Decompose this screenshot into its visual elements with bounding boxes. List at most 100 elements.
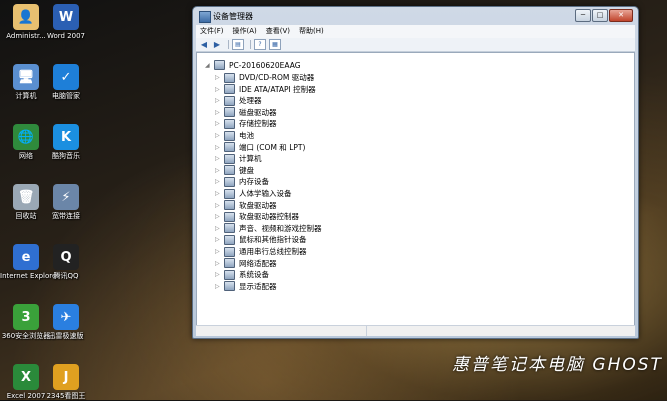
menu-view[interactable]: 查看(V) <box>266 25 290 38</box>
menu-file[interactable]: 文件(F) <box>200 25 224 38</box>
tree-root-label: PC-20160620EAAG <box>229 60 301 70</box>
tree-item-label: 处理器 <box>239 96 262 106</box>
desktop-icon[interactable]: Q 腾讯QQ <box>40 244 92 281</box>
expand-arrow-icon[interactable]: ▷ <box>215 190 224 197</box>
tree-item[interactable]: ▷ IDE ATA/ATAPI 控制器 <box>215 84 316 95</box>
tree-item-label: 键盘 <box>239 165 254 175</box>
desktop-icon-label: 迅雷极速版 <box>48 332 84 340</box>
app-icon: K <box>53 124 79 150</box>
tree-item-label: 通用串行总线控制器 <box>239 247 307 256</box>
tree-item[interactable]: ▷ 内存设备 <box>215 176 269 187</box>
tree-item-label: 端口 (COM 和 LPT) <box>239 142 306 152</box>
app-icon: ✓ <box>53 64 79 90</box>
expand-arrow-icon[interactable]: ▷ <box>215 86 224 93</box>
expand-arrow-icon[interactable]: ▷ <box>215 155 224 162</box>
device-category-icon <box>224 234 235 245</box>
app-icon: Q <box>53 244 79 270</box>
tree-item-label: 软盘驱动器 <box>239 200 277 210</box>
tree-item-label: 磁盘驱动器 <box>239 107 277 117</box>
app-icon: 🗑 <box>13 184 39 210</box>
tree-item-label: 计算机 <box>239 154 262 164</box>
desktop-icon[interactable]: ⚡ 宽带连接 <box>40 184 92 221</box>
tree-item[interactable]: ▷ 处理器 <box>215 95 262 106</box>
expand-arrow-icon[interactable]: ▷ <box>215 109 224 116</box>
tree-item[interactable]: ▷ 通用串行总线控制器 <box>215 246 307 257</box>
maximize-button[interactable]: □ <box>592 9 608 22</box>
toolbar: ◀ ▶ ▤ ? ▦ <box>196 38 635 52</box>
tree-item[interactable]: ▷ 键盘 <box>215 165 254 176</box>
app-icon: 🖥 <box>13 64 39 90</box>
app-icon: e <box>13 244 39 270</box>
tree-item[interactable]: ▷ 电池 <box>215 130 254 141</box>
tree-item[interactable]: ▷ 声音、视频和游戏控制器 <box>215 223 322 234</box>
device-manager-window: 设备管理器 ─ □ ✕ 文件(F) 操作(A) 查看(V) 帮助(H) ◀ ▶ … <box>192 6 639 339</box>
desktop-icon-label: 宽带连接 <box>52 212 80 220</box>
tree-item-label: 软盘驱动器控制器 <box>239 212 299 222</box>
app-icon: W <box>53 4 79 30</box>
device-category-icon <box>224 211 235 222</box>
tree-root[interactable]: ◢ PC-20160620EAAG <box>205 60 301 70</box>
forward-arrow-icon[interactable]: ▶ <box>212 40 222 49</box>
desktop-icon[interactable]: W Word 2007 <box>40 4 92 41</box>
menu-action[interactable]: 操作(A) <box>233 25 257 38</box>
device-category-icon <box>224 223 235 234</box>
expand-arrow-icon[interactable]: ▷ <box>215 248 224 255</box>
tree-item[interactable]: ▷ 人体学输入设备 <box>215 188 292 199</box>
title-bar[interactable]: 设备管理器 ─ □ ✕ <box>193 7 638 25</box>
menu-bar: 文件(F) 操作(A) 查看(V) 帮助(H) <box>196 25 635 38</box>
expand-arrow-icon[interactable]: ▷ <box>215 120 224 127</box>
expand-arrow-icon[interactable]: ▷ <box>215 283 224 290</box>
expand-arrow-icon[interactable]: ▷ <box>215 97 224 104</box>
app-icon: 🌐 <box>13 124 39 150</box>
expand-arrow-icon[interactable]: ▷ <box>215 213 224 220</box>
menu-help[interactable]: 帮助(H) <box>299 25 324 38</box>
device-category-icon <box>224 95 235 106</box>
tree-item[interactable]: ▷ 鼠标和其他指针设备 <box>215 234 307 245</box>
expand-arrow-icon[interactable]: ▷ <box>215 202 224 209</box>
tree-item[interactable]: ▷ 系统设备 <box>215 269 269 280</box>
tree-item[interactable]: ▷ 端口 (COM 和 LPT) <box>215 142 305 153</box>
expand-arrow-icon[interactable]: ▷ <box>215 225 224 232</box>
desktop-icon[interactable]: ✓ 电脑管家 <box>40 64 92 101</box>
tree-item[interactable]: ▷ 磁盘驱动器 <box>215 107 277 118</box>
minimize-button[interactable]: ─ <box>575 9 591 22</box>
expand-arrow-icon[interactable]: ▷ <box>215 132 224 139</box>
help-icon[interactable]: ? <box>254 39 266 50</box>
tree-item-label: 内存设备 <box>239 177 269 187</box>
device-category-icon <box>224 246 235 257</box>
back-arrow-icon[interactable]: ◀ <box>199 40 209 49</box>
device-category-icon <box>224 72 235 83</box>
tree-item[interactable]: ▷ DVD/CD-ROM 驱动器 <box>215 72 314 83</box>
grid-icon[interactable]: ▦ <box>269 39 281 50</box>
expand-arrow-icon[interactable]: ▷ <box>215 144 224 151</box>
tree-item-label: IDE ATA/ATAPI 控制器 <box>239 84 316 94</box>
tree-item[interactable]: ▷ 存储控制器 <box>215 118 277 129</box>
expand-arrow-icon[interactable]: ▷ <box>215 74 224 81</box>
app-icon: X <box>13 364 39 390</box>
tree-item[interactable]: ▷ 软盘驱动器控制器 <box>215 211 299 222</box>
desktop-icon[interactable]: ✈ 迅雷极速版 <box>40 304 92 341</box>
desktop-icon[interactable]: K 酷狗音乐 <box>40 124 92 161</box>
device-manager-icon <box>199 11 211 23</box>
device-category-icon <box>224 188 235 199</box>
properties-icon[interactable]: ▤ <box>232 39 244 50</box>
tree-item[interactable]: ▷ 计算机 <box>215 153 262 164</box>
expand-arrow-icon[interactable]: ▷ <box>215 167 224 174</box>
tree-item-label: 声音、视频和游戏控制器 <box>239 223 322 233</box>
expand-arrow-icon[interactable]: ▷ <box>215 271 224 278</box>
toolbar-separator <box>228 40 229 49</box>
collapse-arrow-icon[interactable]: ◢ <box>205 62 214 69</box>
expand-arrow-icon[interactable]: ▷ <box>215 236 224 243</box>
expand-arrow-icon[interactable]: ▷ <box>215 178 224 185</box>
device-category-icon <box>224 118 235 129</box>
desktop-icon[interactable]: J 2345看图王 <box>40 364 92 401</box>
tree-item[interactable]: ▷ 显示适配器 <box>215 281 277 292</box>
app-icon: ⚡ <box>53 184 79 210</box>
close-button[interactable]: ✕ <box>609 9 633 22</box>
window-title: 设备管理器 <box>213 12 253 21</box>
tree-item[interactable]: ▷ 软盘驱动器 <box>215 200 277 211</box>
expand-arrow-icon[interactable]: ▷ <box>215 260 224 267</box>
tree-item[interactable]: ▷ 网络适配器 <box>215 258 277 269</box>
desktop-icon-label: 酷狗音乐 <box>52 152 80 160</box>
tree-item-label: 系统设备 <box>239 270 269 280</box>
